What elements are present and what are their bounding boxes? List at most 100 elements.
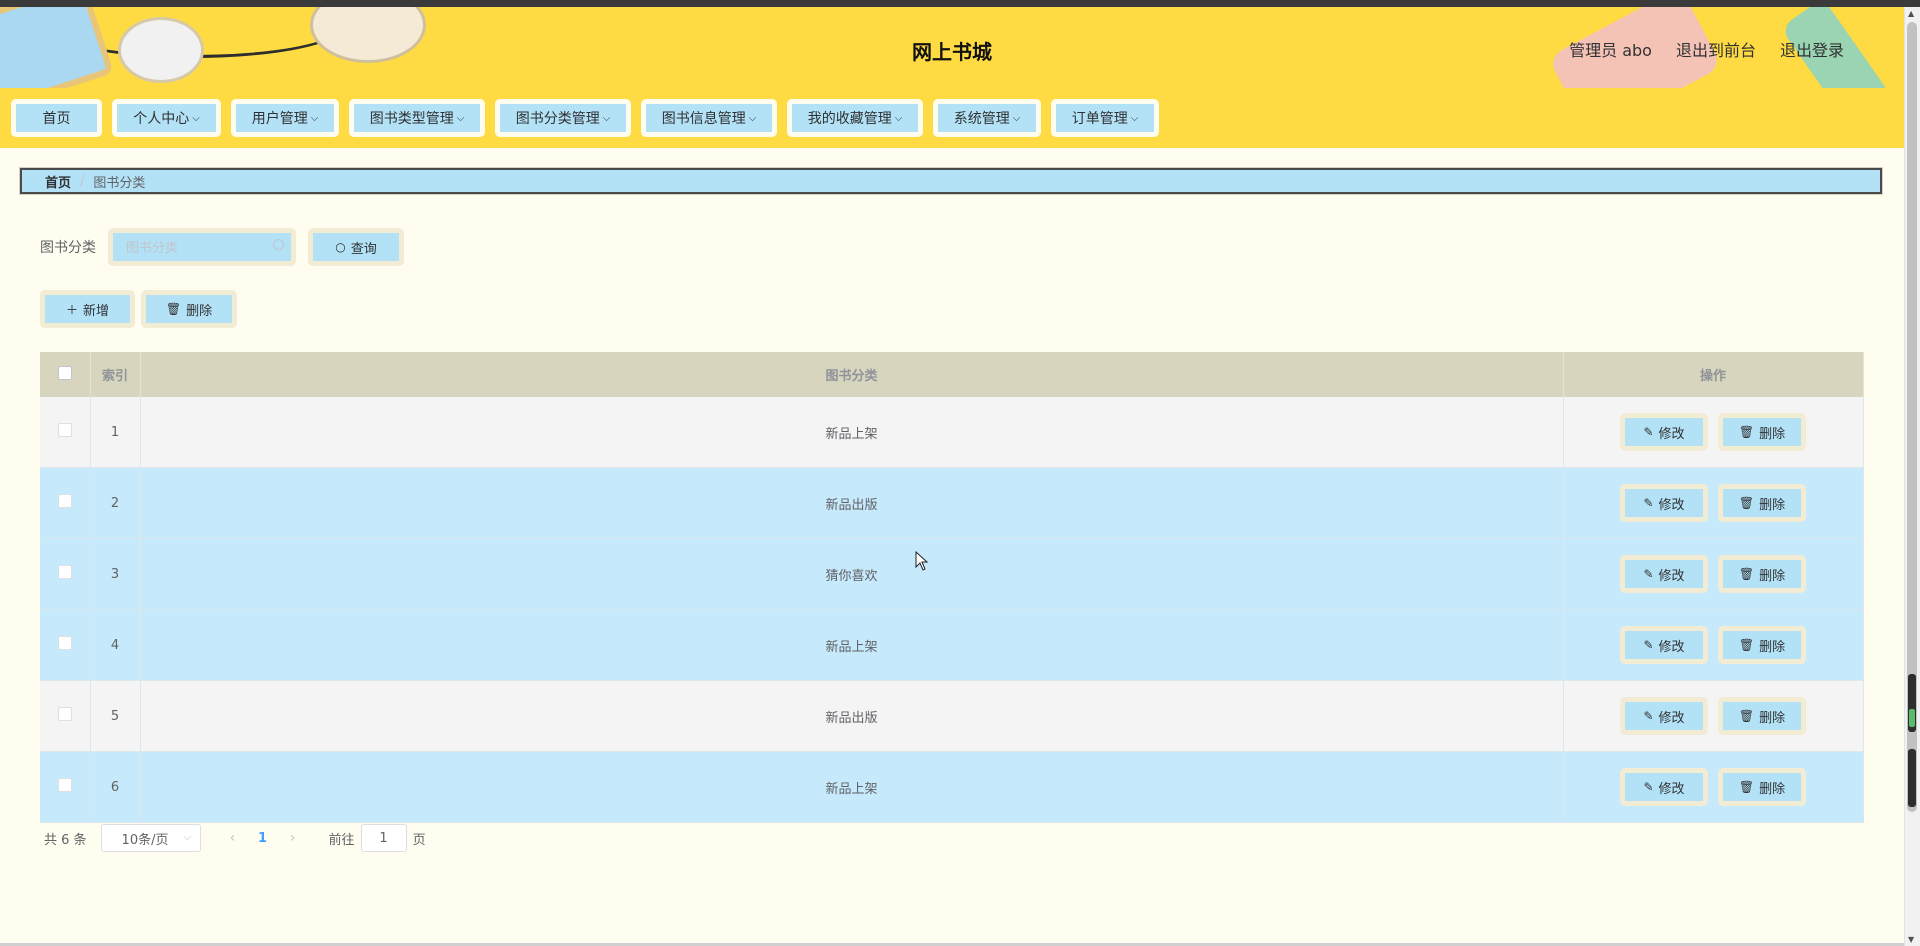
page-size-select[interactable]: 10条/页 ⌵ xyxy=(100,824,201,852)
scroll-up-arrow-icon[interactable]: ▲ xyxy=(1908,9,1914,18)
menu-item-label: 图书信息管理 xyxy=(661,111,746,127)
chevron-down-icon: ⌵ xyxy=(1130,112,1139,124)
mouse-cursor-icon xyxy=(915,551,929,571)
edit-button-label: 修改 xyxy=(1658,426,1685,442)
row-checkbox[interactable] xyxy=(57,778,72,792)
action-bar: ＋ 新增 🗑 删除 xyxy=(40,290,237,328)
query-button-label: 查询 xyxy=(350,241,377,257)
delete-button-label: 删除 xyxy=(1759,497,1786,513)
row-index: 2 xyxy=(90,467,141,539)
batch-delete-button[interactable]: 🗑 删除 xyxy=(141,290,237,328)
scrollbar-marker-green xyxy=(1909,709,1915,727)
menu-item-system-management[interactable]: 系统管理 ⌵ xyxy=(933,99,1041,137)
trash-icon: 🗑 xyxy=(1738,780,1755,794)
table-row[interactable]: 4 新品上架 ✎ 修改 🗑 删除 xyxy=(40,609,1864,681)
edit-button[interactable]: ✎ 修改 xyxy=(1620,484,1708,522)
trash-icon: 🗑 xyxy=(1738,638,1755,652)
menu-item-label: 首页 xyxy=(42,111,71,127)
menu-item-label: 图书类型管理 xyxy=(369,111,454,127)
category-table: 索引 图书分类 操作 1 新品上架 ✎ 修改 🗑 删除 2 新品出版 ✎ 修改 🗑 删除 3… xyxy=(40,352,1864,823)
breadcrumb-separator: / xyxy=(80,173,85,189)
row-checkbox[interactable] xyxy=(57,565,72,579)
menu-item-book-info-management[interactable]: 图书信息管理 ⌵ xyxy=(641,99,777,137)
delete-button-label: 删除 xyxy=(1759,568,1786,584)
table-row[interactable]: 3 猜你喜欢 ✎ 修改 🗑 删除 xyxy=(40,538,1864,610)
row-checkbox[interactable] xyxy=(57,707,72,721)
table-row[interactable]: 6 新品上架 ✎ 修改 🗑 删除 xyxy=(40,751,1864,823)
row-actions: ✎ 修改 🗑 删除 xyxy=(1563,538,1864,610)
menu-item-label: 我的收藏管理 xyxy=(807,111,892,127)
delete-button[interactable]: 🗑 删除 xyxy=(1718,697,1806,735)
row-category: 新品上架 xyxy=(140,397,1564,468)
vertical-scrollbar[interactable]: ▲ ▼ xyxy=(1904,7,1920,946)
chevron-down-icon: ⌵ xyxy=(183,830,192,843)
add-button-label: 新增 xyxy=(83,303,110,319)
edit-button[interactable]: ✎ 修改 xyxy=(1620,768,1708,806)
chevron-down-icon: ⌵ xyxy=(748,112,757,124)
logout-link[interactable]: 退出登录 xyxy=(1780,37,1844,61)
delete-button[interactable]: 🗑 删除 xyxy=(1718,768,1806,806)
search-icon xyxy=(273,239,284,250)
menu-item-favorites-management[interactable]: 我的收藏管理 ⌵ xyxy=(787,99,923,137)
row-index: 3 xyxy=(90,538,141,610)
search-form: 图书分类 ○ 查询 xyxy=(40,228,404,266)
select-all-checkbox[interactable] xyxy=(57,365,72,380)
row-actions: ✎ 修改 🗑 删除 xyxy=(1563,397,1864,468)
search-input[interactable] xyxy=(113,233,278,263)
breadcrumb: 首页 / 图书分类 xyxy=(20,168,1882,194)
row-category: 新品出版 xyxy=(140,680,1564,752)
delete-button[interactable]: 🗑 删除 xyxy=(1718,484,1806,522)
trash-icon: 🗑 xyxy=(1738,709,1755,723)
menu-item-order-management[interactable]: 订单管理 ⌵ xyxy=(1051,99,1159,137)
batch-delete-button-label: 删除 xyxy=(186,303,213,319)
scroll-down-arrow-icon[interactable]: ▼ xyxy=(1908,935,1914,944)
row-category: 新品出版 xyxy=(140,467,1564,539)
add-button[interactable]: ＋ 新增 xyxy=(40,290,135,328)
menu-item-book-category-management[interactable]: 图书分类管理 ⌵ xyxy=(495,99,631,137)
row-checkbox[interactable] xyxy=(57,494,72,508)
row-checkbox[interactable] xyxy=(57,423,72,437)
row-category: 猜你喜欢 xyxy=(140,538,1564,610)
menu-item-label: 订单管理 xyxy=(1071,111,1128,127)
edit-button[interactable]: ✎ 修改 xyxy=(1620,413,1708,451)
edit-button[interactable]: ✎ 修改 xyxy=(1620,626,1708,664)
edit-button[interactable]: ✎ 修改 xyxy=(1620,697,1708,735)
column-header-actions: 操作 xyxy=(1563,352,1864,397)
search-field-wrapper xyxy=(108,228,296,266)
menu-item-home[interactable]: 首页 xyxy=(11,99,102,137)
menu-item-personal-center[interactable]: 个人中心 ⌵ xyxy=(112,99,221,137)
next-page-icon[interactable]: › xyxy=(281,830,305,846)
goto-page-input[interactable] xyxy=(360,824,407,852)
table-row[interactable]: 1 新品上架 ✎ 修改 🗑 删除 xyxy=(40,397,1864,468)
edit-icon: ✎ xyxy=(1643,567,1654,581)
table-row[interactable]: 5 新品出版 ✎ 修改 🗑 删除 xyxy=(40,680,1864,752)
edit-button[interactable]: ✎ 修改 xyxy=(1620,555,1708,593)
window-top-edge xyxy=(0,0,1920,7)
page-number[interactable]: 1 xyxy=(245,831,281,846)
top-menu: 首页 个人中心 ⌵ 用户管理 ⌵ 图书类型管理 ⌵ 图书分类管理 ⌵ 图书信息管理 ⌵ 我… xyxy=(0,88,1904,148)
prev-page-icon[interactable]: ‹ xyxy=(221,830,245,846)
breadcrumb-current: 图书分类 xyxy=(93,175,146,191)
pagination: 共 6 条 10条/页 ⌵ ‹ 1 › 前往 页 xyxy=(44,824,426,852)
query-button[interactable]: ○ 查询 xyxy=(308,228,404,266)
delete-button[interactable]: 🗑 删除 xyxy=(1718,555,1806,593)
search-label: 图书分类 xyxy=(40,240,96,256)
edit-icon: ✎ xyxy=(1643,638,1654,652)
back-to-front-link[interactable]: 退出到前台 xyxy=(1676,37,1756,61)
edit-button-label: 修改 xyxy=(1658,781,1685,797)
menu-item-book-type-management[interactable]: 图书类型管理 ⌵ xyxy=(349,99,485,137)
edit-icon: ✎ xyxy=(1643,425,1654,439)
row-checkbox[interactable] xyxy=(57,636,72,650)
menu-item-label: 图书分类管理 xyxy=(515,111,600,127)
delete-button-label: 删除 xyxy=(1759,426,1786,442)
pagination-total: 共 6 条 xyxy=(44,832,87,848)
admin-user-link[interactable]: 管理员 abo xyxy=(1569,37,1652,61)
table-row[interactable]: 2 新品出版 ✎ 修改 🗑 删除 xyxy=(40,467,1864,539)
menu-item-user-management[interactable]: 用户管理 ⌵ xyxy=(231,99,339,137)
scrollbar-marker xyxy=(1908,749,1916,807)
table-header-row: 索引 图书分类 操作 xyxy=(40,352,1864,397)
delete-button[interactable]: 🗑 删除 xyxy=(1718,413,1806,451)
page-size-value: 10条/页 xyxy=(121,832,169,848)
delete-button[interactable]: 🗑 删除 xyxy=(1718,626,1806,664)
breadcrumb-home[interactable]: 首页 xyxy=(45,172,71,191)
